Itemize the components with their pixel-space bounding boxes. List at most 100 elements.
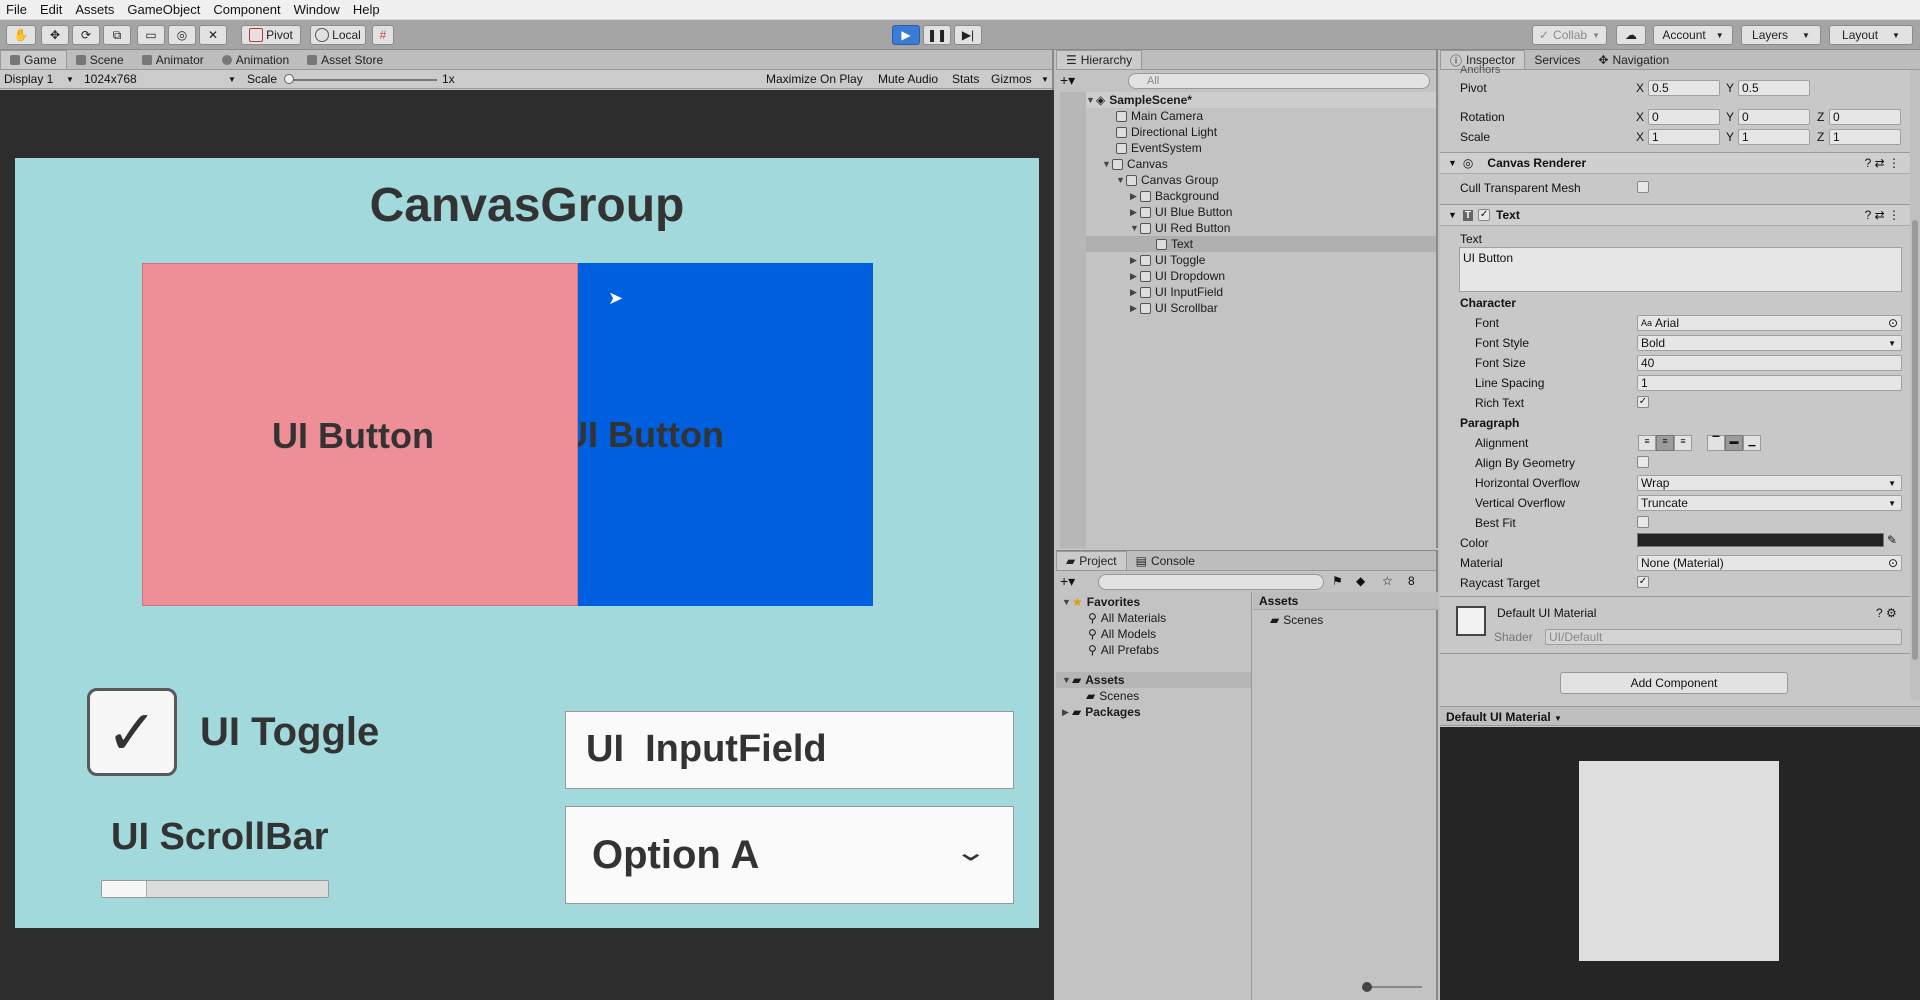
hierarchy-item[interactable]: ▶ UI Blue Button — [1130, 204, 1232, 220]
rotate-tool-button[interactable]: ⟳ — [72, 25, 100, 45]
scale-slider-handle[interactable] — [284, 74, 294, 84]
cull-checkbox[interactable] — [1637, 181, 1649, 193]
ui-dropdown[interactable]: Option A ⌄ — [565, 806, 1014, 904]
menu-edit[interactable]: Edit — [40, 2, 62, 17]
hierarchy-item[interactable]: ▶ Background — [1130, 188, 1219, 204]
best-fit-checkbox[interactable] — [1637, 516, 1649, 528]
cloud-button[interactable]: ☁ — [1616, 25, 1646, 45]
display-dropdown[interactable]: Display 1 — [4, 72, 53, 86]
align-middle-icon[interactable]: ▬ — [1725, 435, 1743, 451]
material-thumbnail[interactable] — [1456, 606, 1486, 636]
align-right-icon[interactable]: ≡ — [1674, 435, 1692, 451]
grid-snap-button[interactable]: # — [372, 25, 394, 45]
rect-tool-button[interactable]: ▭ — [137, 25, 165, 45]
inspector-scrollbar-thumb[interactable] — [1912, 220, 1918, 660]
play-button[interactable]: ▶ — [892, 25, 920, 45]
horizontal-overflow-dropdown[interactable]: Wrap ▼ — [1637, 475, 1902, 491]
favorite-item[interactable]: ⚲ All Materials — [1088, 610, 1166, 626]
align-top-icon[interactable]: ▔ — [1707, 435, 1725, 451]
color-swatch[interactable] — [1637, 533, 1884, 547]
project-search[interactable] — [1098, 574, 1324, 590]
font-field[interactable]: Aa Arial ⊙ — [1637, 315, 1902, 331]
menu-help[interactable]: Help — [353, 2, 380, 17]
rotation-x-field[interactable]: 0 — [1648, 109, 1720, 125]
transform-tool-button[interactable]: ◎ — [168, 25, 196, 45]
pivot-x-field[interactable]: 0.5 — [1648, 80, 1720, 96]
maximize-on-play-toggle[interactable]: Maximize On Play — [766, 72, 863, 86]
game-view[interactable]: CanvasGroup UI Button UI Button ➤ ✓ UI T… — [0, 90, 1054, 1000]
pivot-toggle[interactable]: Pivot — [241, 25, 301, 45]
filter-type-icon[interactable]: ⚑ — [1332, 574, 1343, 588]
hierarchy-item[interactable]: ▶ UI Toggle — [1130, 252, 1205, 268]
inspector-scrollbar[interactable] — [1910, 70, 1920, 700]
object-picker-icon[interactable]: ⊙ — [1888, 556, 1898, 570]
ui-inputfield[interactable]: UI InputField — [565, 711, 1014, 789]
rotation-y-field[interactable]: 0 — [1738, 109, 1810, 125]
vertical-overflow-dropdown[interactable]: Truncate ▼ — [1637, 495, 1902, 511]
text-enabled-checkbox[interactable]: ✓ — [1478, 209, 1491, 221]
scene-row[interactable]: ▼ ◈ SampleScene* — [1086, 92, 1436, 108]
favorite-item[interactable]: ⚲ All Models — [1088, 626, 1156, 642]
tab-hierarchy[interactable]: ☰ Hierarchy — [1056, 50, 1143, 69]
tab-animator[interactable]: Animator — [133, 50, 213, 69]
tab-console[interactable]: ▤ Console — [1127, 551, 1204, 570]
stats-toggle[interactable]: Stats — [952, 72, 979, 86]
add-icon[interactable]: +▾ — [1060, 573, 1075, 590]
add-icon[interactable]: +▾ — [1060, 72, 1075, 89]
gizmos-toggle[interactable]: Gizmos — [991, 72, 1032, 86]
tab-animation[interactable]: Animation — [213, 50, 298, 69]
menu-component[interactable]: Component — [213, 2, 280, 17]
pause-button[interactable]: ❚❚ — [923, 25, 951, 45]
assets-folder-row[interactable]: ▼ ▰ Assets — [1056, 672, 1251, 688]
align-left-icon[interactable]: ≡ — [1638, 435, 1656, 451]
favorite-star-icon[interactable]: ☆ — [1382, 574, 1393, 588]
ui-scrollbar-handle[interactable] — [102, 881, 148, 897]
text-area[interactable]: UI Button — [1459, 247, 1902, 292]
ui-blue-button[interactable]: UI Button — [578, 263, 873, 606]
material-field[interactable]: None (Material) ⊙ — [1637, 555, 1902, 571]
text-component-header[interactable]: ▼ T ✓ Text ? ⇄ ⋮ — [1440, 204, 1910, 226]
eyedropper-icon[interactable]: ✎ — [1887, 533, 1897, 547]
hierarchy-item[interactable]: EventSystem — [1116, 140, 1202, 156]
material-settings-icon[interactable]: ? ⚙ — [1876, 606, 1897, 620]
account-dropdown[interactable]: Account ▼ — [1653, 25, 1733, 45]
font-style-dropdown[interactable]: Bold ▼ — [1637, 335, 1902, 351]
scale-y-field[interactable]: 1 — [1738, 129, 1810, 145]
scale-z-field[interactable]: 1 — [1829, 129, 1901, 145]
tab-scene[interactable]: Scene — [67, 50, 133, 69]
scale-x-field[interactable]: 1 — [1648, 129, 1720, 145]
pivot-y-field[interactable]: 0.5 — [1738, 80, 1810, 96]
rotation-z-field[interactable]: 0 — [1829, 109, 1901, 125]
menu-gameobject[interactable]: GameObject — [127, 2, 200, 17]
ui-red-button[interactable]: UI Button — [142, 263, 578, 606]
ui-toggle-checkbox[interactable]: ✓ — [87, 688, 177, 776]
hierarchy-search[interactable]: All — [1128, 73, 1430, 89]
raycast-target-checkbox[interactable]: ✓ — [1637, 576, 1649, 588]
collab-dropdown[interactable]: ✓ Collab ▼ — [1532, 25, 1607, 45]
scale-slider-track[interactable] — [287, 79, 437, 81]
font-size-field[interactable]: 40 — [1637, 355, 1902, 371]
hierarchy-item[interactable]: ▼ Canvas Group — [1116, 172, 1218, 188]
hierarchy-item[interactable]: Main Camera — [1116, 108, 1203, 124]
line-spacing-field[interactable]: 1 — [1637, 375, 1902, 391]
object-picker-icon[interactable]: ⊙ — [1888, 316, 1898, 330]
shader-dropdown[interactable]: UI/Default — [1545, 629, 1902, 645]
tab-navigation[interactable]: ✥ Navigation — [1589, 50, 1678, 69]
hierarchy-item[interactable]: ▼ Canvas — [1102, 156, 1168, 172]
layout-dropdown[interactable]: Layout ▼ — [1829, 25, 1913, 45]
packages-folder-row[interactable]: ▶ ▰ Packages — [1062, 704, 1141, 720]
preview-header[interactable]: Default UI Material ▼ — [1440, 706, 1920, 726]
custom-tool-button[interactable]: ✕ — [199, 25, 227, 45]
component-menu-icons[interactable]: ? ⇄ ⋮ — [1865, 156, 1900, 170]
step-button[interactable]: ▶| — [954, 25, 982, 45]
tab-game[interactable]: Game — [0, 50, 67, 69]
scale-tool-button[interactable]: ⧉ — [103, 25, 131, 45]
mute-audio-toggle[interactable]: Mute Audio — [878, 72, 938, 86]
menu-window[interactable]: Window — [294, 2, 340, 17]
menu-file[interactable]: File — [6, 2, 27, 17]
ui-scrollbar[interactable] — [101, 880, 329, 898]
scenes-folder-row[interactable]: ▰ Scenes — [1086, 688, 1139, 704]
hierarchy-item[interactable]: ▶ UI Dropdown — [1130, 268, 1225, 284]
scenes-folder-item[interactable]: ▰ Scenes — [1270, 612, 1323, 628]
hierarchy-item[interactable]: ▼ UI Red Button — [1130, 220, 1230, 236]
